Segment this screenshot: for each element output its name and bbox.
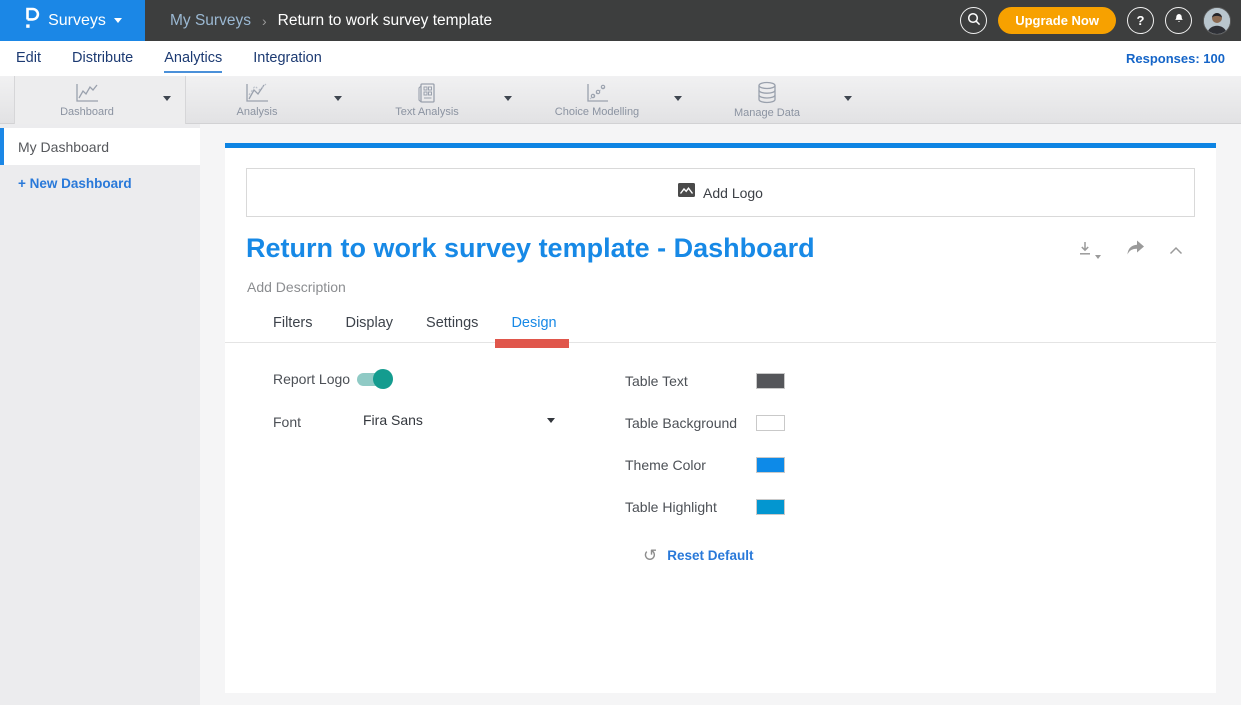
- toolbar-item-analysis[interactable]: Analysis: [184, 76, 356, 124]
- add-logo-dropzone[interactable]: Add Logo: [246, 168, 1195, 217]
- help-button[interactable]: ?: [1127, 7, 1154, 34]
- download-button[interactable]: [1077, 240, 1101, 261]
- product-label: Surveys: [48, 12, 106, 30]
- dashboard-title: Return to work survey template - Dashboa…: [246, 233, 815, 264]
- toolbar-item-text-analysis[interactable]: Text Analysis: [354, 76, 526, 124]
- theme-color-label: Theme Color: [625, 457, 706, 473]
- reset-default-label: Reset Default: [667, 548, 753, 563]
- notifications-button[interactable]: [1165, 7, 1192, 34]
- new-dashboard-button[interactable]: + New Dashboard: [18, 176, 132, 191]
- help-icon: ?: [1137, 13, 1145, 28]
- questionpro-p-icon: [23, 6, 40, 35]
- nav-tab-edit[interactable]: Edit: [16, 44, 41, 73]
- font-label: Font: [273, 414, 301, 430]
- font-dropdown[interactable]: Fira Sans: [363, 412, 555, 428]
- sidebar-item-my-dashboard[interactable]: My Dashboard: [0, 128, 200, 165]
- search-button[interactable]: [960, 7, 987, 34]
- table-background-swatch[interactable]: [756, 415, 785, 431]
- card-actions: [1077, 240, 1183, 261]
- table-highlight-swatch[interactable]: [756, 499, 785, 515]
- tab-filters[interactable]: Filters: [273, 310, 312, 343]
- chevron-down-icon[interactable]: [674, 96, 682, 101]
- chevron-up-icon: [1169, 242, 1183, 260]
- report-logo-toggle[interactable]: [355, 369, 393, 389]
- sidebar-item-label: My Dashboard: [18, 139, 109, 155]
- responses-count: Responses: 100: [1126, 51, 1225, 66]
- tab-display[interactable]: Display: [345, 310, 393, 343]
- nav-tab-integration[interactable]: Integration: [253, 44, 322, 73]
- line-chart-icon: [73, 82, 101, 104]
- share-button[interactable]: [1125, 240, 1145, 261]
- settings-tabs: Filters Display Settings Design: [225, 310, 1216, 343]
- toolbar-label: Dashboard: [60, 106, 114, 118]
- database-icon: [754, 81, 780, 105]
- nav-tab-distribute[interactable]: Distribute: [72, 44, 133, 73]
- toolbar-item-choice-modelling[interactable]: Choice Modelling: [524, 76, 696, 124]
- reset-default-button[interactable]: ↺ Reset Default: [643, 547, 754, 564]
- collapse-button[interactable]: [1169, 242, 1183, 260]
- tab-settings[interactable]: Settings: [426, 310, 478, 343]
- avatar[interactable]: [1203, 7, 1231, 35]
- toolbar-item-dashboard[interactable]: Dashboard: [14, 76, 186, 124]
- chevron-down-icon[interactable]: [334, 96, 342, 101]
- report-logo-label: Report Logo: [273, 371, 350, 387]
- reset-icon: ↺: [643, 547, 657, 564]
- toolbar-label: Text Analysis: [395, 106, 459, 118]
- chevron-down-icon[interactable]: [163, 96, 171, 101]
- toolbar-label: Analysis: [237, 106, 278, 118]
- breadcrumb: My Surveys › Return to work survey templ…: [170, 12, 492, 30]
- toolbar-label: Manage Data: [734, 107, 800, 119]
- breadcrumb-my-surveys[interactable]: My Surveys: [170, 12, 251, 30]
- chevron-down-icon: [1095, 255, 1101, 259]
- page: Surveys My Surveys › Return to work surv…: [0, 0, 1241, 705]
- chevron-down-icon: [114, 18, 122, 23]
- survey-nav-items: Edit Distribute Analytics Integration: [0, 44, 322, 73]
- scatter-chart-icon: [583, 82, 611, 104]
- breadcrumb-current-survey: Return to work survey template: [278, 12, 493, 30]
- share-icon: [1125, 240, 1145, 261]
- toolbar-label: Choice Modelling: [555, 106, 639, 118]
- analytics-toolbar: Dashboard Analysis Text Analysis: [0, 76, 1241, 124]
- image-icon: [678, 183, 695, 202]
- dashboard-sidebar: My Dashboard + New Dashboard: [0, 124, 200, 705]
- toolbar-item-manage-data[interactable]: Manage Data: [694, 76, 866, 124]
- table-text-swatch[interactable]: [756, 373, 785, 389]
- dashboard-card: Add Logo Return to work survey template …: [225, 143, 1216, 693]
- theme-color-swatch[interactable]: [756, 457, 785, 473]
- product-switcher[interactable]: Surveys: [0, 0, 145, 41]
- chevron-down-icon: [547, 418, 555, 423]
- nav-tab-analytics[interactable]: Analytics: [164, 44, 222, 73]
- chevron-down-icon[interactable]: [504, 96, 512, 101]
- add-description-field[interactable]: Add Description: [247, 279, 346, 295]
- header-actions: Upgrade Now ?: [960, 0, 1231, 41]
- search-icon: [967, 12, 981, 29]
- breadcrumb-separator: ›: [262, 13, 267, 29]
- add-logo-label: Add Logo: [703, 185, 763, 201]
- upgrade-now-button[interactable]: Upgrade Now: [998, 7, 1116, 34]
- newspaper-icon: [415, 82, 439, 104]
- design-tab-annotation: [495, 339, 569, 348]
- table-text-label: Table Text: [625, 373, 688, 389]
- chevron-down-icon[interactable]: [844, 96, 852, 101]
- bell-icon: [1172, 12, 1186, 29]
- font-value: Fira Sans: [363, 412, 423, 428]
- table-background-label: Table Background: [625, 415, 737, 431]
- download-icon: [1077, 240, 1093, 261]
- survey-nav: Edit Distribute Analytics Integration Re…: [0, 41, 1241, 76]
- toggle-knob: [373, 369, 393, 389]
- table-highlight-label: Table Highlight: [625, 499, 717, 515]
- analysis-chart-icon: [243, 82, 271, 104]
- top-header: Surveys My Surveys › Return to work surv…: [0, 0, 1241, 41]
